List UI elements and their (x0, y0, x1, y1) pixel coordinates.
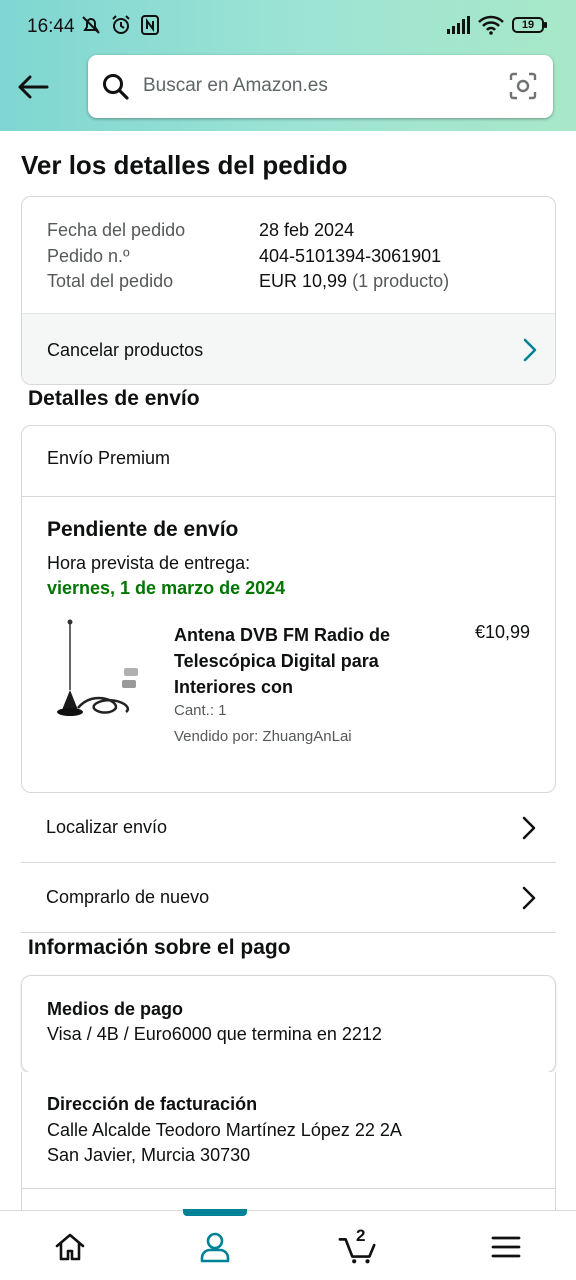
nav-account[interactable] (195, 1227, 235, 1267)
chevron-right-icon (522, 886, 536, 909)
status-icons-left (80, 14, 160, 36)
status-icons-right: 19 (446, 15, 547, 35)
order-total-count: (1 producto) (352, 271, 450, 291)
hamburger-menu-icon (491, 1236, 521, 1258)
order-total: EUR 10,99 (1 producto) (259, 269, 449, 295)
app-header: 16:44 19 (0, 0, 576, 131)
bottom-navigation (0, 1210, 576, 1280)
billing-address-title: Dirección de facturación (47, 1094, 258, 1114)
payment-section-title: Información sobre el pago (28, 936, 291, 959)
battery-icon: 19 (512, 17, 547, 33)
product-image[interactable] (54, 618, 144, 724)
cancel-products-button[interactable]: Cancelar productos (22, 313, 555, 384)
order-date: 28 feb 2024 (259, 220, 355, 240)
product-seller: Vendido por: ZhuangAnLai (174, 728, 352, 745)
order-labels: Fecha del pedido Pedido n.º Total del pe… (47, 218, 185, 295)
payment-methods-title: Medios de pago (47, 999, 184, 1019)
shipping-section-title: Detalles de envío (28, 387, 200, 410)
status-time: 16:44 (27, 16, 75, 37)
delivery-label: Hora prevista de entrega: (47, 553, 251, 573)
shipping-status: Pendiente de envío (47, 518, 239, 541)
nav-menu[interactable] (486, 1227, 526, 1267)
billing-address-card: Dirección de facturación Calle Alcalde T… (21, 1072, 556, 1222)
delivery-date: viernes, 1 de marzo de 2024 (47, 578, 286, 598)
billing-address-line: San Javier, Murcia 30730 (47, 1145, 251, 1165)
active-tab-indicator (183, 1209, 247, 1216)
order-values: 28 feb 2024 404-5101394-3061901 EUR 10,9… (259, 218, 449, 295)
shipping-type: Envío Premium (47, 448, 171, 468)
signal-icon (447, 16, 470, 34)
search-icon (103, 74, 129, 100)
billing-address-line: Calle Alcalde Teodoro Martínez López 22 … (47, 1120, 402, 1140)
status-bar: 16:44 19 (0, 0, 576, 52)
payment-methods-value: Visa / 4B / Euro6000 que termina en 2212 (47, 1024, 382, 1044)
page-title: Ver los detalles del pedido (21, 150, 348, 180)
home-icon (55, 1233, 85, 1261)
buy-again-button[interactable]: Comprarlo de nuevo (21, 863, 556, 933)
user-icon (200, 1232, 230, 1263)
product-price: €10,99 (474, 622, 530, 642)
cart-count-badge: 2 (356, 1226, 366, 1245)
product-quantity: Cant.: 1 (174, 702, 227, 719)
order-total-amount: EUR 10,99 (259, 271, 348, 291)
track-shipment-label: Localizar envío (46, 817, 168, 837)
search-input[interactable] (143, 65, 493, 107)
order-date-label: Fecha del pedido (47, 220, 186, 240)
nfc-icon (141, 15, 159, 35)
wifi-icon (478, 15, 504, 35)
arrow-left-icon (18, 75, 49, 99)
divider (22, 496, 555, 497)
nav-home[interactable] (50, 1227, 90, 1267)
order-total-label: Total del pedido (47, 271, 174, 291)
chevron-right-icon (522, 816, 536, 839)
buy-again-label: Comprarlo de nuevo (46, 887, 210, 907)
back-button[interactable] (14, 68, 52, 106)
cancel-products-label: Cancelar productos (47, 339, 204, 360)
order-summary-card: Fecha del pedido Pedido n.º Total del pe… (21, 196, 556, 385)
camera-lens-icon[interactable] (509, 72, 537, 100)
payment-methods-card[interactable]: Medios de pago Visa / 4B / Euro6000 que … (21, 975, 556, 1073)
track-shipment-button[interactable]: Localizar envío (21, 793, 556, 863)
shipping-card: Envío Premium Pendiente de envío Hora pr… (21, 425, 556, 793)
order-number: 404-5101394-3061901 (259, 245, 442, 266)
divider (22, 1188, 555, 1189)
product-title[interactable]: Antena DVB FM Radio de Telescópica Digit… (174, 622, 424, 700)
chevron-right-icon (523, 338, 537, 362)
order-number-label: Pedido n.º (47, 245, 130, 266)
muted-notification-icon (82, 16, 100, 34)
alarm-icon (112, 15, 130, 34)
search-bar[interactable] (88, 55, 553, 118)
